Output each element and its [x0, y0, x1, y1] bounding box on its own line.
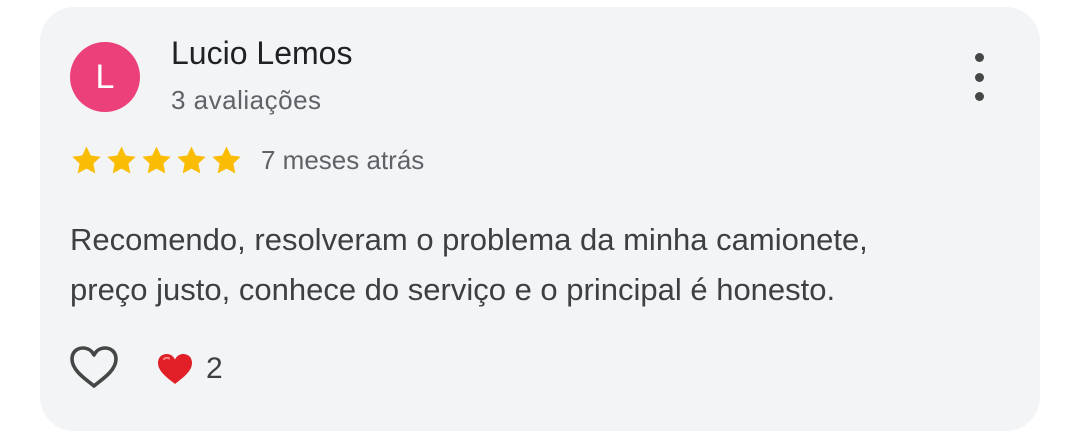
review-text: Recomendo, resolveram o problema da minh…: [70, 215, 1010, 315]
star-icon: [212, 145, 241, 173]
star-icon: [177, 145, 206, 173]
review-date: 7 meses atrás: [261, 144, 425, 175]
avatar[interactable]: L: [70, 42, 140, 112]
review-card: L Lucio Lemos 3 avaliações 7 meses atrás…: [40, 7, 1040, 431]
reaction-count: 2: [206, 352, 223, 385]
more-options-button[interactable]: [963, 53, 995, 101]
avatar-initial: L: [95, 57, 115, 96]
more-vert-icon-dot: [974, 72, 984, 82]
review-text-line: Recomendo, resolveram o problema da minh…: [70, 222, 868, 257]
heart-outline-icon: [70, 346, 118, 388]
like-button[interactable]: [68, 344, 120, 390]
star-icon: [142, 145, 171, 173]
star-icon: [107, 145, 136, 173]
more-vert-icon-dot: [974, 53, 984, 62]
reviewer-name[interactable]: Lucio Lemos: [171, 35, 352, 72]
reviewer-review-count: 3 avaliações: [171, 85, 322, 115]
review-text-line: preço justo, conhece do serviço e o prin…: [70, 272, 836, 307]
star-icon: [72, 145, 101, 173]
star-rating: [70, 144, 243, 177]
reaction-summary[interactable]: 2: [156, 349, 223, 389]
rating-row: 7 meses atrás: [70, 143, 424, 177]
more-vert-icon-dot: [974, 92, 984, 101]
red-heart-icon: [158, 354, 192, 384]
